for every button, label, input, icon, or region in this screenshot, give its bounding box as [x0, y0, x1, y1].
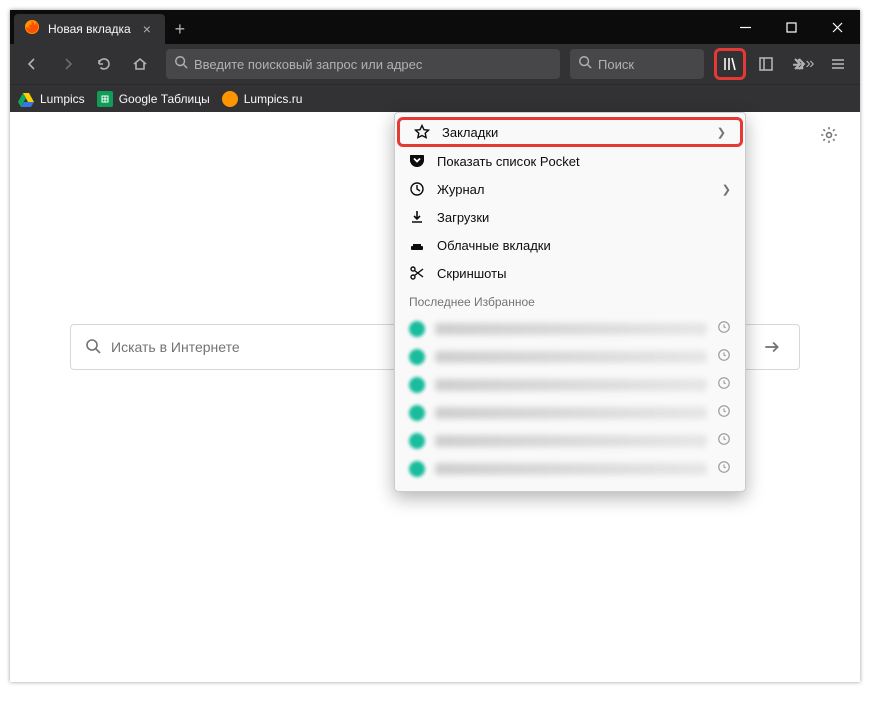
- search-icon: [85, 338, 101, 357]
- search-placeholder: Поиск: [598, 57, 634, 72]
- home-button[interactable]: [124, 48, 156, 80]
- menu-item-label: Загрузки: [437, 210, 489, 225]
- address-placeholder: Введите поисковый запрос или адрес: [194, 57, 422, 72]
- menu-item-screenshots[interactable]: Скриншоты: [395, 259, 745, 287]
- customize-gear-icon[interactable]: [820, 126, 838, 149]
- window-close-button[interactable]: [814, 10, 860, 44]
- menu-button[interactable]: [822, 48, 854, 80]
- history-icon: [717, 432, 731, 451]
- menu-item-pocket[interactable]: Показать список Pocket: [395, 147, 745, 175]
- history-icon: [717, 320, 731, 339]
- firefox-icon: [24, 19, 40, 40]
- library-menu: Закладки ❯ Показать список Pocket Журнал…: [394, 112, 746, 492]
- menu-item-label: Показать список Pocket: [437, 154, 580, 169]
- newtab-search-go-button[interactable]: [743, 325, 799, 369]
- recent-item-title: [435, 379, 707, 391]
- history-icon: [409, 181, 425, 197]
- menu-item-history[interactable]: Журнал ❯: [395, 175, 745, 203]
- address-bar[interactable]: Введите поисковый запрос или адрес: [166, 49, 560, 79]
- tab-close-icon[interactable]: ×: [139, 19, 155, 39]
- sidebar-button[interactable]: [750, 48, 782, 80]
- recent-item[interactable]: [395, 399, 745, 427]
- scissors-icon: [409, 265, 425, 281]
- menu-item-synced-tabs[interactable]: Облачные вкладки: [395, 231, 745, 259]
- menu-item-label: Закладки: [442, 125, 498, 140]
- search-icon: [174, 55, 188, 74]
- history-icon: [717, 348, 731, 367]
- menu-item-bookmarks[interactable]: Закладки ❯: [397, 117, 743, 147]
- bookmark-label: Lumpics: [40, 92, 85, 106]
- bookmarks-toolbar: Lumpics Google Таблицы Lumpics.ru: [10, 84, 860, 112]
- bookmark-label: Lumpics.ru: [244, 92, 303, 106]
- menu-item-label: Облачные вкладки: [437, 238, 551, 253]
- recent-item[interactable]: [395, 427, 745, 455]
- gdrive-icon: [18, 91, 34, 107]
- recent-item-title: [435, 407, 707, 419]
- bookmark-item[interactable]: Google Таблицы: [97, 91, 210, 107]
- browser-window: Новая вкладка × +: [10, 10, 860, 682]
- favicon: [409, 461, 425, 477]
- favicon: [409, 433, 425, 449]
- search-bar[interactable]: Поиск: [570, 49, 704, 79]
- toolbar: Введите поисковый запрос или адрес Поиск…: [10, 44, 860, 84]
- bookmark-label: Google Таблицы: [119, 92, 210, 106]
- recent-item-title: [435, 351, 707, 363]
- library-button[interactable]: [714, 48, 746, 80]
- recent-item[interactable]: [395, 371, 745, 399]
- favicon: [409, 405, 425, 421]
- recent-item[interactable]: [395, 343, 745, 371]
- history-icon: [717, 404, 731, 423]
- menu-item-downloads[interactable]: Загрузки: [395, 203, 745, 231]
- overflow-button[interactable]: »: [786, 48, 818, 80]
- forward-button[interactable]: [52, 48, 84, 80]
- new-tab-button[interactable]: +: [165, 14, 195, 44]
- gsheets-icon: [97, 91, 113, 107]
- chevron-right-icon: ❯: [722, 183, 731, 196]
- tab-title: Новая вкладка: [48, 22, 131, 36]
- back-button[interactable]: [16, 48, 48, 80]
- favicon: [409, 321, 425, 337]
- titlebar: Новая вкладка × +: [10, 10, 860, 44]
- bookmark-item[interactable]: Lumpics.ru: [222, 91, 303, 107]
- favicon: [409, 377, 425, 393]
- lumpics-icon: [222, 91, 238, 107]
- pocket-icon: [409, 153, 425, 169]
- tab-newtab[interactable]: Новая вкладка ×: [14, 14, 165, 44]
- menu-item-label: Журнал: [437, 182, 484, 197]
- menu-item-label: Скриншоты: [437, 266, 506, 281]
- recent-item-title: [435, 323, 707, 335]
- cloud-tabs-icon: [409, 237, 425, 253]
- window-maximize-button[interactable]: [768, 10, 814, 44]
- window-minimize-button[interactable]: [722, 10, 768, 44]
- recent-item-title: [435, 435, 707, 447]
- search-icon: [578, 55, 592, 74]
- bookmark-item[interactable]: Lumpics: [18, 91, 85, 107]
- favicon: [409, 349, 425, 365]
- recent-item[interactable]: [395, 455, 745, 483]
- newtab-search-placeholder: Искать в Интернете: [111, 339, 240, 355]
- recent-highlights-header: Последнее Избранное: [395, 287, 745, 315]
- reload-button[interactable]: [88, 48, 120, 80]
- chevron-right-icon: ❯: [717, 126, 726, 139]
- recent-item-title: [435, 463, 707, 475]
- download-icon: [409, 209, 425, 225]
- history-icon: [717, 460, 731, 479]
- recent-item[interactable]: [395, 315, 745, 343]
- recent-highlights-list: [395, 315, 745, 483]
- history-icon: [717, 376, 731, 395]
- star-icon: [414, 124, 430, 140]
